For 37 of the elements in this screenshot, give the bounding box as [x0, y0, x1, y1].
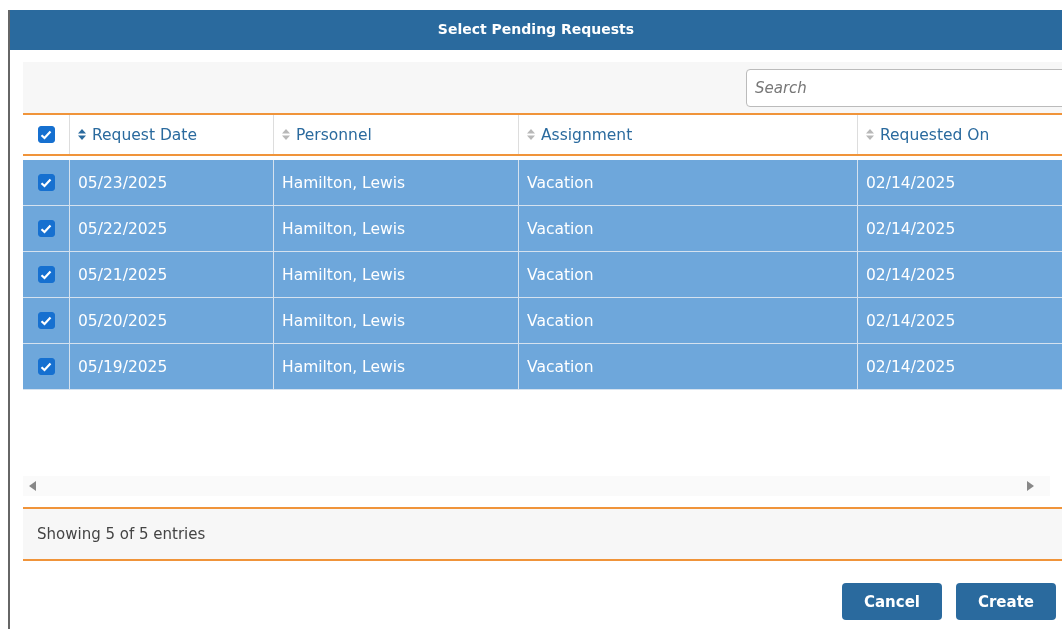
table-cell: Hamilton, Lewis — [274, 252, 519, 297]
table-cell: 05/21/2025 — [70, 252, 274, 297]
table-cell: 02/14/2025 — [858, 298, 1062, 343]
table-cell: Hamilton, Lewis — [274, 344, 519, 389]
table-cell: Vacation — [519, 252, 858, 297]
table-cell: 05/19/2025 — [70, 344, 274, 389]
table-cell: Hamilton, Lewis — [274, 298, 519, 343]
scroll-right-icon — [1027, 481, 1034, 491]
table-cell: 02/14/2025 — [858, 206, 1062, 251]
checkbox[interactable] — [37, 126, 55, 143]
checkbox[interactable] — [37, 220, 55, 237]
table-cell: Hamilton, Lewis — [274, 160, 519, 205]
table-cell: 05/22/2025 — [70, 206, 274, 251]
dialog-button[interactable]: Create — [955, 583, 1056, 620]
checkbox[interactable] — [37, 312, 55, 329]
table-cell: 02/14/2025 — [858, 252, 1062, 297]
table-cell: 02/14/2025 — [858, 160, 1062, 205]
checkbox[interactable] — [37, 358, 55, 375]
scroll-left-icon — [29, 481, 36, 491]
dialog-title: Select Pending Requests — [10, 10, 1062, 50]
dialog-button[interactable]: Cancel — [841, 583, 942, 620]
checkbox[interactable] — [37, 174, 55, 191]
column-header[interactable]: Personnel — [274, 115, 519, 154]
table-cell: Vacation — [519, 298, 858, 343]
checkbox[interactable] — [37, 266, 55, 283]
entries-info: Showing 5 of 5 entries — [37, 525, 206, 543]
table-cell: Vacation — [519, 206, 858, 251]
table-cell: 05/20/2025 — [70, 298, 274, 343]
table-cell: Vacation — [519, 344, 858, 389]
table-cell: Vacation — [519, 160, 858, 205]
column-header[interactable]: Request Date — [70, 115, 274, 154]
column-header[interactable]: Assignment — [519, 115, 858, 154]
table-cell: 02/14/2025 — [858, 344, 1062, 389]
search-field[interactable]: Search — [746, 68, 1062, 107]
column-header[interactable]: Requested On — [858, 115, 1062, 154]
table-cell: Hamilton, Lewis — [274, 206, 519, 251]
table-cell: 05/23/2025 — [70, 160, 274, 205]
